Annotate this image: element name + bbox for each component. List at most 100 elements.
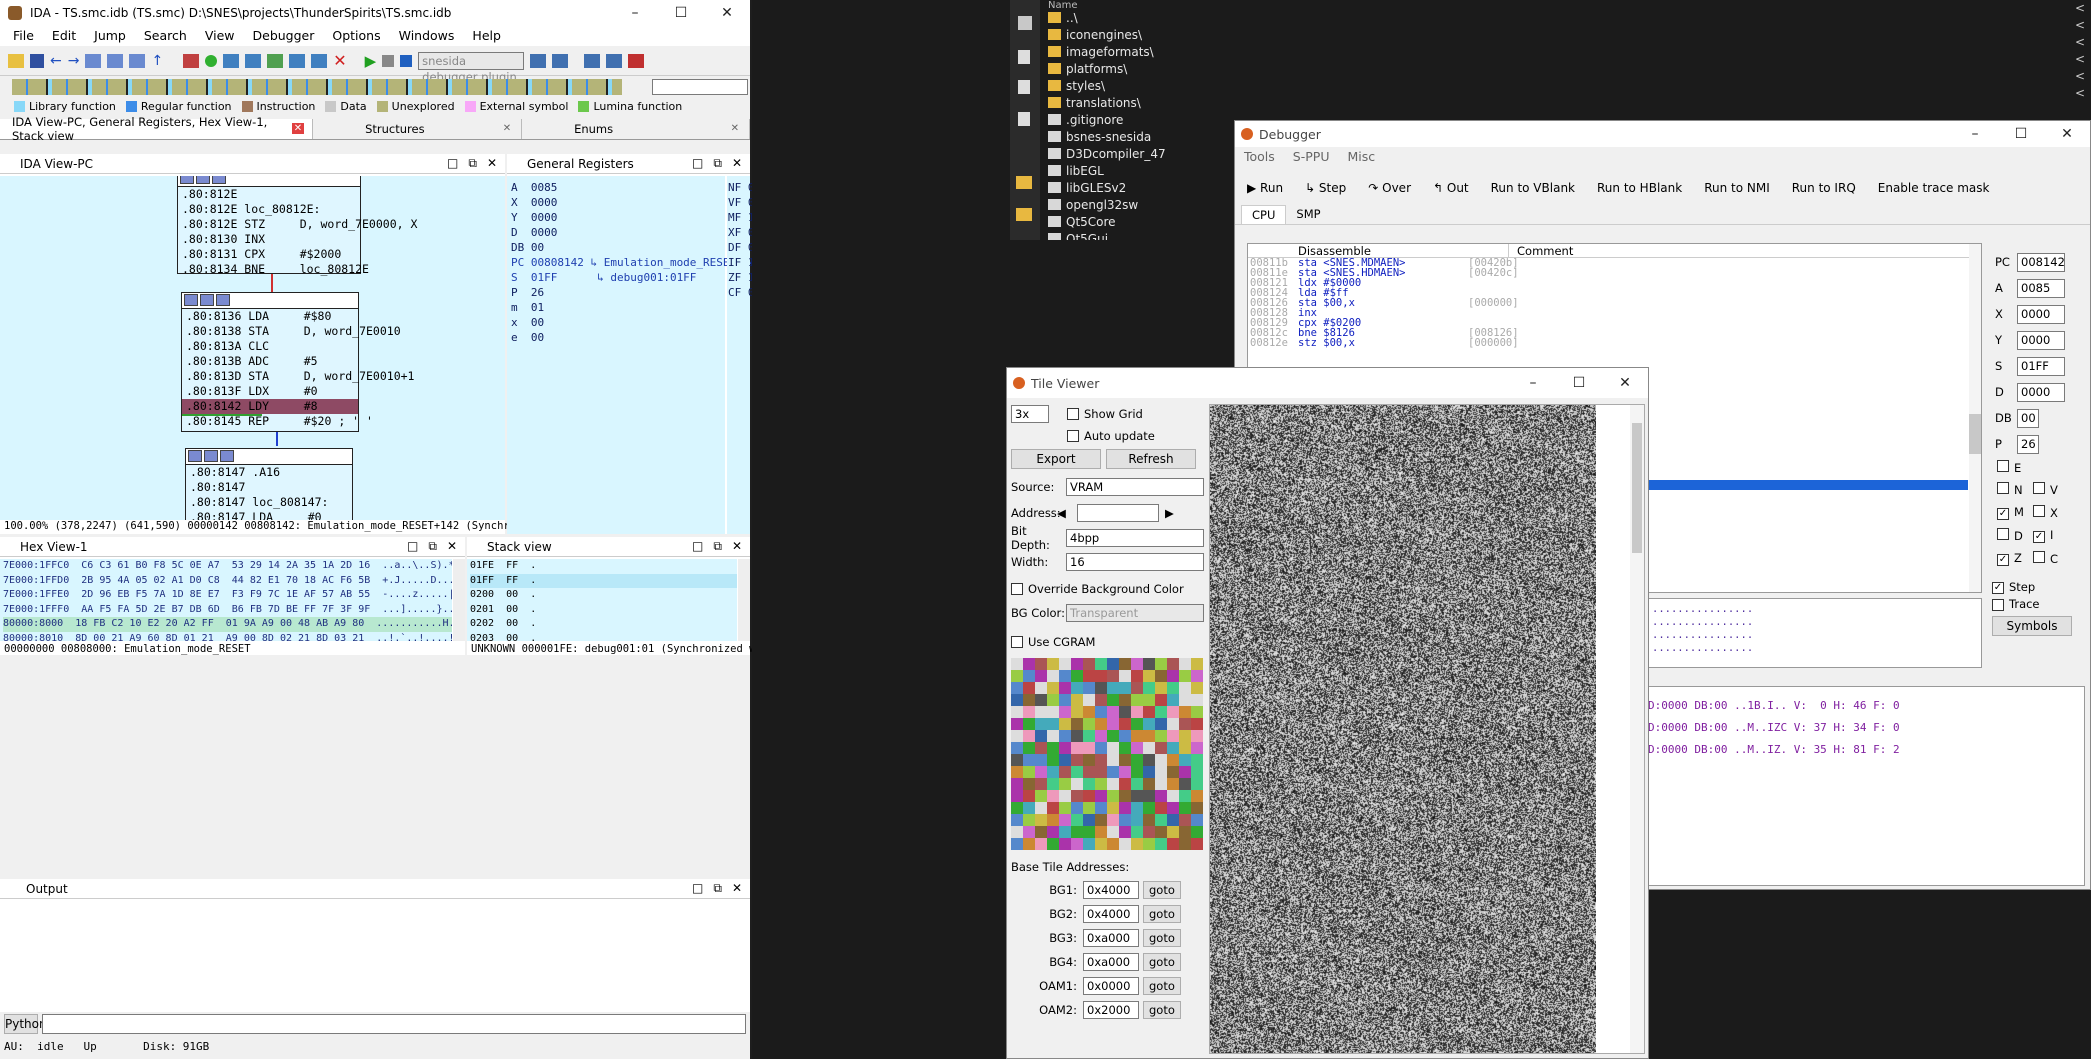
palette-cell[interactable] (1107, 838, 1119, 850)
palette-cell[interactable] (1023, 814, 1035, 826)
step-checkbox[interactable]: ✓ (1992, 581, 2004, 594)
add-icon[interactable] (267, 53, 284, 68)
palette-cell[interactable] (1047, 670, 1059, 682)
trace-checkbox[interactable] (1992, 598, 2004, 611)
register-line[interactable]: e 00 (511, 330, 721, 345)
palette-cell[interactable] (1179, 682, 1191, 694)
explorer-item[interactable]: D3Dcompiler_47 (1048, 145, 1238, 162)
menu-item-help[interactable]: Help (463, 26, 510, 46)
palette-cell[interactable] (1131, 694, 1143, 706)
palette-cell[interactable] (1131, 814, 1143, 826)
stack-row[interactable]: 0203 00 . (470, 632, 737, 642)
palette-cell[interactable] (1179, 742, 1191, 754)
ida-tab[interactable]: Structures ✕ (313, 118, 523, 139)
palette-cell[interactable] (1011, 706, 1023, 718)
debugger-menu-misc[interactable]: Misc (1338, 147, 1384, 167)
disasm-list[interactable]: 00811b sta <SNES.MDMAEN> [00420b] 00811e sta… (1248, 258, 1981, 349)
palette-cell[interactable] (1071, 694, 1083, 706)
explorer-item[interactable]: bsnes-snesida (1048, 128, 1238, 145)
palette-cell[interactable] (1083, 742, 1095, 754)
tile-canvas[interactable] (1210, 405, 1596, 1053)
palette-cell[interactable] (1131, 730, 1143, 742)
palette-cell[interactable] (1011, 730, 1023, 742)
pane-close-icon[interactable]: ✕ (487, 156, 497, 171)
palette-cell[interactable] (1119, 718, 1131, 730)
palette-cell[interactable] (1107, 718, 1119, 730)
palette-cell[interactable] (1155, 790, 1167, 802)
register-line[interactable]: P 26 (511, 285, 721, 300)
show-grid-checkbox[interactable] (1067, 408, 1079, 420)
palette-cell[interactable] (1131, 718, 1143, 730)
palette-cell[interactable] (1083, 730, 1095, 742)
asm-line[interactable]: .80:8130 INX (178, 232, 360, 247)
palette-cell[interactable] (1131, 670, 1143, 682)
palette-cell[interactable] (1119, 706, 1131, 718)
palette-cell[interactable] (1095, 790, 1107, 802)
debugger-menu-s-ppu[interactable]: S-PPU (1284, 147, 1339, 167)
goto-button[interactable]: goto (1143, 977, 1181, 995)
palette-cell[interactable] (1107, 790, 1119, 802)
explorer-item[interactable]: platforms\ (1048, 60, 1238, 77)
toolbar-run-to-irq[interactable]: Run to IRQ (1792, 181, 1856, 195)
document-icon[interactable] (1018, 80, 1030, 94)
palette-cell[interactable] (1107, 826, 1119, 838)
tile-scrollbar[interactable] (1630, 405, 1644, 1053)
palette-cell[interactable] (1167, 766, 1179, 778)
palette-cell[interactable] (1167, 778, 1179, 790)
green-circle-icon[interactable] (205, 54, 218, 67)
menu-item-jump[interactable]: Jump (85, 26, 135, 46)
pause-icon[interactable] (382, 54, 395, 67)
palette-cell[interactable] (1095, 718, 1107, 730)
asm-line[interactable]: .80:812E STZ D, word_7E0000, X (178, 217, 417, 232)
pane-float-icon[interactable]: ⧉ (713, 539, 722, 554)
pane-close-icon[interactable]: ✕ (732, 539, 742, 554)
palette-cell[interactable] (1167, 802, 1179, 814)
palette-cell[interactable] (1023, 766, 1035, 778)
debugger-menu-tools[interactable]: Tools (1235, 147, 1284, 167)
palette-cell[interactable] (1119, 670, 1131, 682)
palette-cell[interactable] (1107, 814, 1119, 826)
palette-cell[interactable] (1071, 778, 1083, 790)
register-line[interactable]: PC 00808142 ↳ Emulation_mode_RESET+142 (511, 255, 763, 270)
palette-cell[interactable] (1191, 658, 1203, 670)
palette-cell[interactable] (1047, 682, 1059, 694)
palette-cell[interactable] (1119, 766, 1131, 778)
palette-cell[interactable] (1119, 730, 1131, 742)
palette-cell[interactable] (1071, 706, 1083, 718)
stack-scrollbar[interactable] (738, 559, 750, 641)
col-comment[interactable]: Comment (1508, 244, 1573, 258)
palette-cell[interactable] (1011, 778, 1023, 790)
disasm-row[interactable]: 008129 cpx #$0200 (1248, 318, 1981, 329)
palette-cell[interactable] (1131, 802, 1143, 814)
nav-band-combo[interactable] (652, 79, 748, 95)
palette-cell[interactable] (1047, 754, 1059, 766)
palette-cell[interactable] (1167, 730, 1179, 742)
palette-cell[interactable] (1179, 826, 1191, 838)
address-prev-icon[interactable]: ◀ (1057, 506, 1071, 520)
palette-cell[interactable] (1011, 802, 1023, 814)
palette-cell[interactable] (1083, 838, 1095, 850)
tab-close-icon[interactable]: ✕ (291, 123, 305, 134)
toolbar-out[interactable]: ↰ Out (1433, 181, 1469, 195)
palette-cell[interactable] (1131, 766, 1143, 778)
edit-func-icon[interactable] (245, 53, 262, 68)
goto-button[interactable]: goto (1143, 881, 1181, 899)
ida-tab[interactable]: IDA View-PC, General Registers, Hex View… (0, 115, 314, 143)
palette-cell[interactable] (1023, 802, 1035, 814)
palette-cell[interactable] (1095, 778, 1107, 790)
address-next-icon[interactable]: ▶ (1165, 506, 1174, 520)
palette-cell[interactable] (1023, 670, 1035, 682)
palette-cell[interactable] (1155, 802, 1167, 814)
palette-cell[interactable] (1011, 682, 1023, 694)
flag-line[interactable]: NF 0 (728, 180, 755, 195)
explorer-header[interactable]: Name (1048, 0, 1238, 9)
palette-cell[interactable] (1071, 670, 1083, 682)
disasm-row[interactable]: 008121 ldx #$0000 (1248, 278, 1981, 289)
palette-cell[interactable] (1107, 742, 1119, 754)
debugger-tab-cpu[interactable]: CPU (1241, 205, 1287, 224)
palette-cell[interactable] (1143, 814, 1155, 826)
palette-cell[interactable] (1143, 670, 1155, 682)
palette-cell[interactable] (1047, 694, 1059, 706)
asm-line[interactable]: .80:813B ADC #5 (182, 354, 358, 369)
cpu-register-value[interactable]: 008142 (2017, 252, 2065, 272)
